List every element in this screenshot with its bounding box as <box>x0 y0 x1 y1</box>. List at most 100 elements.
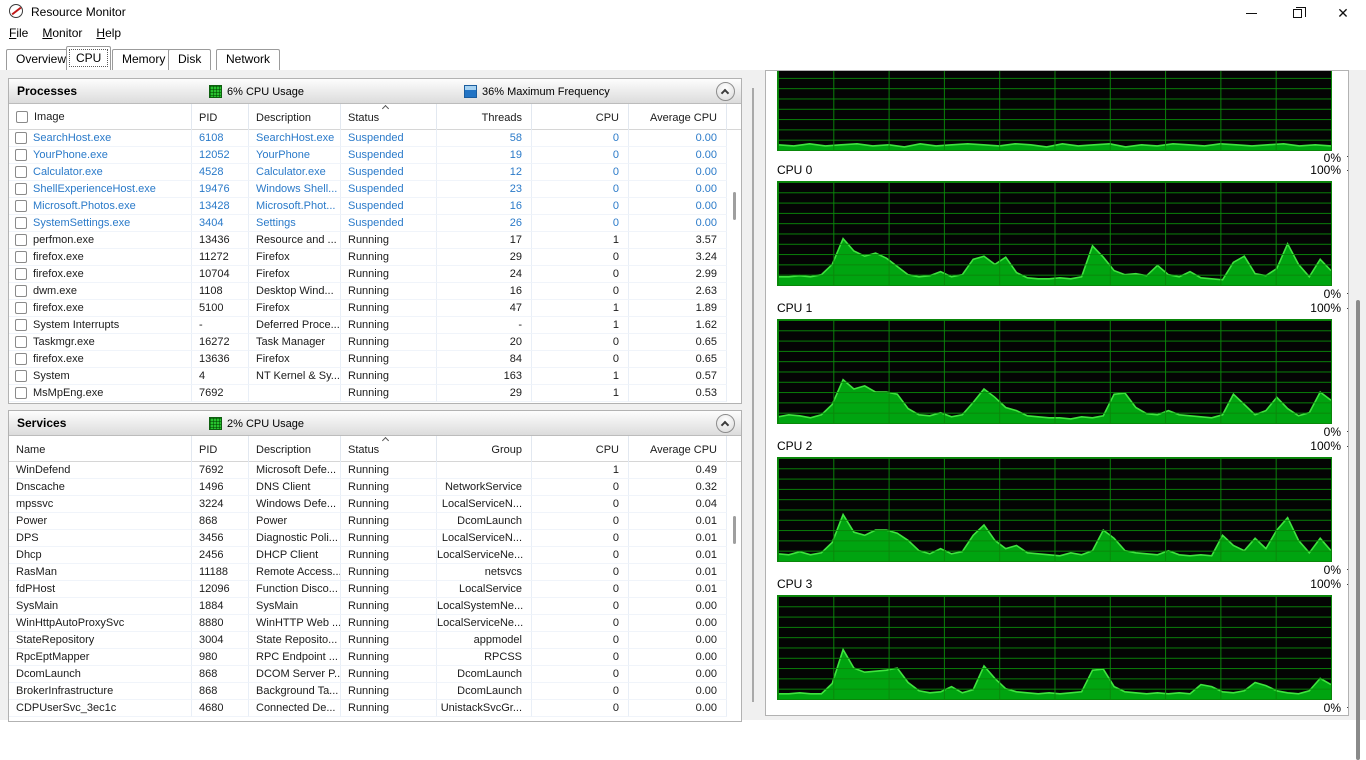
cell: 2.99 <box>629 266 727 283</box>
row-checkbox[interactable] <box>15 183 27 195</box>
table-row[interactable]: perfmon.exe 13436 Resource and ... Running 1… <box>9 232 741 249</box>
select-all-checkbox[interactable] <box>16 111 28 123</box>
column-header-description[interactable]: Description <box>249 436 341 462</box>
cell: RasMan <box>9 564 192 581</box>
row-checkbox[interactable] <box>15 285 27 297</box>
services-header-bar[interactable]: Services 2% CPU Usage <box>9 411 741 436</box>
chart-zero-row: 0% <box>777 701 1341 715</box>
row-checkbox[interactable] <box>15 132 27 144</box>
column-header-group[interactable]: Group <box>437 436 532 462</box>
charts-scrollbar-thumb[interactable] <box>1356 300 1360 760</box>
column-header-average-cpu[interactable]: Average CPU <box>629 436 727 462</box>
table-row[interactable]: fdPHost 12096 Function Disco... Running Loca… <box>9 581 741 598</box>
table-row[interactable]: firefox.exe 11272 Firefox Running 29 0 3.24 <box>9 249 741 266</box>
table-row[interactable]: SearchHost.exe 6108 SearchHost.exe Suspende… <box>9 130 741 147</box>
cell: Microsoft.Photos.exe <box>9 198 192 215</box>
cell: Running <box>341 683 437 700</box>
resource-monitor-icon <box>9 4 23 18</box>
table-row[interactable]: firefox.exe 5100 Firefox Running 47 1 1.89 <box>9 300 741 317</box>
restore-icon <box>1292 6 1306 18</box>
row-checkbox[interactable] <box>15 268 27 280</box>
table-row[interactable]: System Interrupts - Deferred Proce... Runni… <box>9 317 741 334</box>
table-row[interactable]: Dnscache 1496 DNS Client Running NetworkServ… <box>9 479 741 496</box>
cell: 0.00 <box>629 615 727 632</box>
cell: 0.49 <box>629 462 727 479</box>
menu-item-monitor[interactable]: Monitor <box>35 23 89 40</box>
cell: 0.65 <box>629 351 727 368</box>
column-header-description[interactable]: Description <box>249 104 341 130</box>
panel-splitter[interactable] <box>752 88 754 702</box>
table-row[interactable]: BrokerInfrastructure 868 Background Ta... R… <box>9 683 741 700</box>
table-row[interactable]: DPS 3456 Diagnostic Poli... Running LocalSer… <box>9 530 741 547</box>
table-row[interactable]: WinDefend 7692 Microsoft Defe... Running 1 0.… <box>9 462 741 479</box>
cell: 3.57 <box>629 232 727 249</box>
table-row[interactable]: dwm.exe 1108 Desktop Wind... Running 16 0 2.63 <box>9 283 741 300</box>
processes-panel: Processes 6% CPU Usage 36% Maximum Frequ… <box>8 78 742 404</box>
column-header-cpu[interactable]: CPU <box>532 104 629 130</box>
cell: NetworkService <box>437 479 532 496</box>
table-row[interactable]: DcomLaunch 868 DCOM Server P... Running Dcom… <box>9 666 741 683</box>
cell: Dnscache <box>9 479 192 496</box>
table-row[interactable]: Calculator.exe 4528 Calculator.exe Suspende… <box>9 164 741 181</box>
row-checkbox[interactable] <box>15 336 27 348</box>
processes-scrollbar-thumb[interactable] <box>733 192 736 220</box>
row-checkbox[interactable] <box>15 370 27 382</box>
row-checkbox[interactable] <box>15 387 27 399</box>
services-scrollbar-thumb[interactable] <box>733 516 736 544</box>
image-name: firefox.exe <box>33 267 84 280</box>
tab-network[interactable]: Network <box>216 49 281 70</box>
tab-disk[interactable]: Disk <box>168 49 212 70</box>
table-row[interactable]: RasMan 11188 Remote Access... Running netsvc… <box>9 564 741 581</box>
cell: 0.65 <box>629 334 727 351</box>
column-header-threads[interactable]: Threads <box>437 104 532 130</box>
chart-title-cpu2: CPU 2 <box>777 439 813 453</box>
row-checkbox[interactable] <box>15 251 27 263</box>
table-row[interactable]: firefox.exe 13636 Firefox Running 84 0 0.65 <box>9 351 741 368</box>
table-row[interactable]: firefox.exe 10704 Firefox Running 24 0 2.99 <box>9 266 741 283</box>
table-row[interactable]: Microsoft.Photos.exe 13428 Microsoft.Phot.… <box>9 198 741 215</box>
cell: Suspended <box>341 198 437 215</box>
column-header-image[interactable]: Image <box>9 104 192 130</box>
processes-collapse-button[interactable] <box>716 82 735 101</box>
row-checkbox[interactable] <box>15 200 27 212</box>
column-header-name[interactable]: Name <box>9 436 192 462</box>
column-header-pid[interactable]: PID <box>192 436 249 462</box>
table-row[interactable]: ShellExperienceHost.exe 19476 Windows Shel… <box>9 181 741 198</box>
row-checkbox[interactable] <box>15 319 27 331</box>
table-row[interactable]: SysMain 1884 SysMain Running LocalSystemNe..… <box>9 598 741 615</box>
table-row[interactable]: System 4 NT Kernel & Sy... Running 163 1 0.57 <box>9 368 741 385</box>
table-row[interactable]: YourPhone.exe 12052 YourPhone Suspended 19 0 0… <box>9 147 741 164</box>
cell: Running <box>341 564 437 581</box>
cell: State Reposito... <box>249 632 341 649</box>
table-row[interactable]: StateRepository 3004 State Reposito... Runn… <box>9 632 741 649</box>
tab-memory[interactable]: Memory <box>112 49 176 70</box>
menu-item-help[interactable]: Help <box>89 23 128 40</box>
column-header-pid[interactable]: PID <box>192 104 249 130</box>
cell: 17 <box>437 232 532 249</box>
cell: 0.00 <box>629 130 727 147</box>
row-checkbox[interactable] <box>15 302 27 314</box>
row-checkbox[interactable] <box>15 234 27 246</box>
tab-cpu[interactable]: CPU <box>66 46 112 70</box>
processes-header-bar[interactable]: Processes 6% CPU Usage 36% Maximum Frequ… <box>9 79 741 104</box>
row-checkbox[interactable] <box>15 149 27 161</box>
table-row[interactable]: Power 868 Power Running DcomLaunch 0 0.01 <box>9 513 741 530</box>
menu-item-file[interactable]: File <box>2 23 35 40</box>
column-header-average-cpu[interactable]: Average CPU <box>629 104 727 130</box>
table-row[interactable]: Dhcp 2456 DHCP Client Running LocalServiceNe… <box>9 547 741 564</box>
table-row[interactable]: CDPUserSvc_3ec1c 4680 Connected De... Runni… <box>9 700 741 717</box>
table-row[interactable]: SystemSettings.exe 3404 Settings Suspended 2… <box>9 215 741 232</box>
row-checkbox[interactable] <box>15 166 27 178</box>
column-header-cpu[interactable]: CPU <box>532 436 629 462</box>
row-checkbox[interactable] <box>15 353 27 365</box>
services-collapse-button[interactable] <box>716 414 735 433</box>
table-row[interactable]: Taskmgr.exe 16272 Task Manager Running 20 0 0.… <box>9 334 741 351</box>
table-row[interactable]: MsMpEng.exe 7692 Running 29 1 0.53 <box>9 385 741 402</box>
cell: 13636 <box>192 351 249 368</box>
table-row[interactable]: WinHttpAutoProxySvc 8880 WinHTTP Web ... Ru… <box>9 615 741 632</box>
title-bar: Resource Monitor ✕ <box>0 0 1366 23</box>
table-row[interactable]: RpcEptMapper 980 RPC Endpoint ... Running RP… <box>9 649 741 666</box>
content-area: Processes 6% CPU Usage 36% Maximum Frequ… <box>0 70 1366 760</box>
table-row[interactable]: mpssvc 3224 Windows Defe... Running LocalSer… <box>9 496 741 513</box>
row-checkbox[interactable] <box>15 217 27 229</box>
